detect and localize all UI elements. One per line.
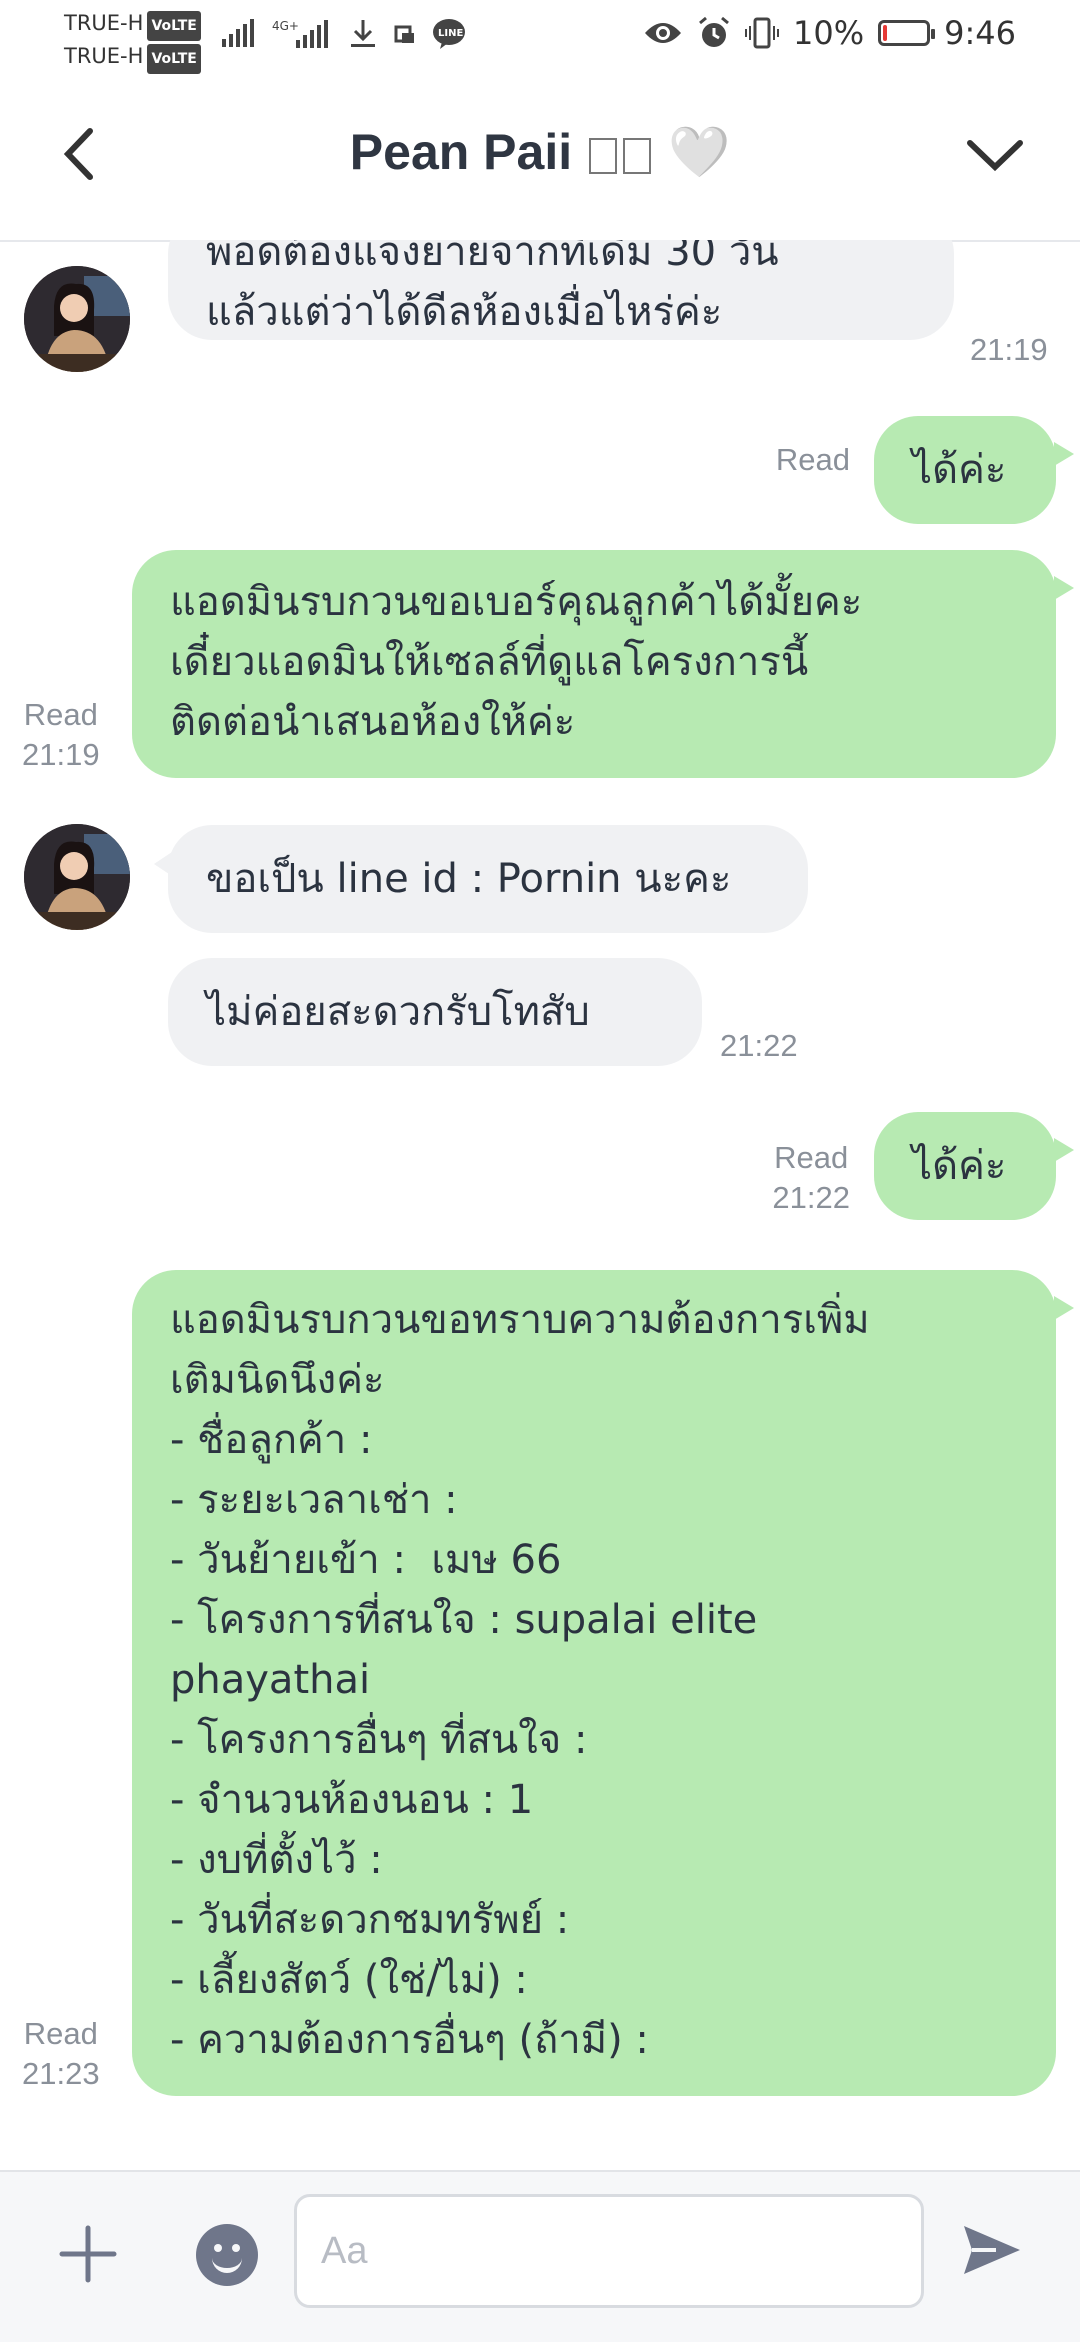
svg-text:4G+: 4G+ [272,19,299,33]
chat-header: Pean Paii 🤍 [0,75,1080,242]
outgoing-message[interactable]: ได้ค่ะ [874,416,1056,524]
message-time: 21:22 [772,1180,850,1215]
plus-icon[interactable] [58,2224,118,2284]
incoming-message[interactable]: พอดต้องแจงยายจากทีเดิม 30 วัน แล้วแต่ว่า… [168,240,954,340]
carrier-2: TRUE-H [64,44,144,68]
emoji-icon[interactable] [196,2224,258,2286]
avatar[interactable] [24,824,130,930]
4g-signal-icon: 4G+ [272,19,328,48]
incoming-message[interactable]: ไม่ค่อยสะดวกรับโทสับ [168,958,702,1066]
line-icon: LINE [433,19,465,49]
read-receipt-group: Read 21:19 [22,695,100,775]
battery-icon [878,20,936,46]
outgoing-message[interactable]: แอดมินรบกวนขอเบอร์คุณลูกค้าได้มั้ยคะ เดี… [132,550,1056,778]
read-receipt-group: Read 21:23 [22,2014,100,2094]
battery-fill [883,25,888,41]
data-transfer-icon [394,25,414,43]
bubble-tail [1054,576,1074,600]
volte-badge: VoLTE [147,11,201,41]
message-time: 21:22 [720,1028,798,1063]
read-receipt-group: Read 21:22 [772,1138,850,1218]
carrier-info: TRUE-H VoLTE TRUE-H VoLTE [64,8,201,74]
vibrate-icon [745,17,780,49]
volte-badge: VoLTE [147,44,201,74]
bubble-tail [1054,1296,1074,1320]
read-receipt: Read [23,697,98,732]
signal-icon [222,19,254,47]
incoming-message[interactable]: ขอเป็น line id : Pornin นะคะ [168,825,808,933]
message-time: 21:19 [970,332,1048,367]
emoji-eye [232,2244,240,2252]
send-icon[interactable] [960,2218,1024,2282]
carrier-1: TRUE-H [64,11,144,35]
clock: 9:46 [944,14,1016,52]
message-composer [0,2170,1080,2342]
svg-text:LINE: LINE [438,28,463,39]
avatar[interactable] [24,266,130,372]
avatar-photo [24,824,130,930]
outgoing-message[interactable]: ได้ค่ะ [874,1112,1056,1220]
read-receipt: Read [774,1140,849,1175]
outgoing-message[interactable]: แอดมินรบกวนขอทราบความต้องการเพิ่ม เติมนิ… [132,1270,1056,2096]
download-icon [351,20,375,47]
message-input[interactable] [294,2194,924,2308]
chat-title[interactable]: Pean Paii 🤍 [0,123,1080,182]
alarm-icon [699,16,729,47]
heart-emoji: 🤍 [667,124,731,180]
read-receipt: Read [775,442,850,477]
contact-name: Pean Paii [349,124,573,180]
eye-icon [645,23,682,43]
system-status: 10% 9:46 [643,14,1016,52]
bubble-tail [1054,1138,1074,1162]
emoji-mouth [212,2254,242,2273]
avatar-photo [24,266,130,372]
read-receipt: Read [23,2016,98,2051]
status-bar: TRUE-H VoLTE TRUE-H VoLTE 4G+ LINE 10% 9:4… [0,0,1080,75]
network-icons: 4G+ LINE [222,18,466,50]
battery-percent: 10% [793,14,865,52]
chevron-down-icon[interactable] [960,125,1030,185]
bubble-tail [1054,442,1074,466]
unknown-glyph [589,137,618,174]
message-time: 21:19 [22,737,100,772]
emoji-eye [214,2244,222,2252]
unknown-glyph [623,137,652,174]
message-list[interactable]: พอดต้องแจงยายจากทีเดิม 30 วัน แล้วแต่ว่า… [0,240,1080,2170]
message-time: 21:23 [22,2056,100,2091]
